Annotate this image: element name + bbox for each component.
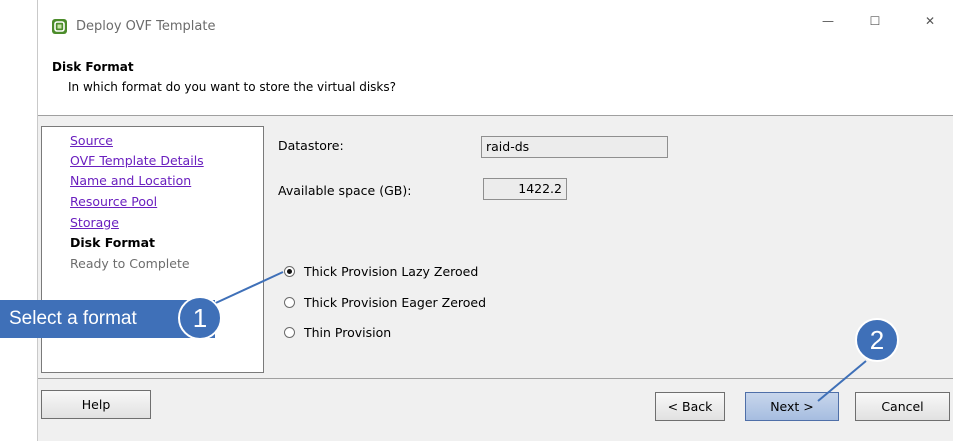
callout-text: Select a format (9, 308, 137, 329)
arrow-line-2 (817, 360, 867, 402)
annotation-arrows (206, 271, 867, 402)
step-badge-2: 2 (855, 318, 899, 362)
arrow-line-1 (206, 271, 284, 308)
step-badge-1: 1 (178, 296, 222, 340)
